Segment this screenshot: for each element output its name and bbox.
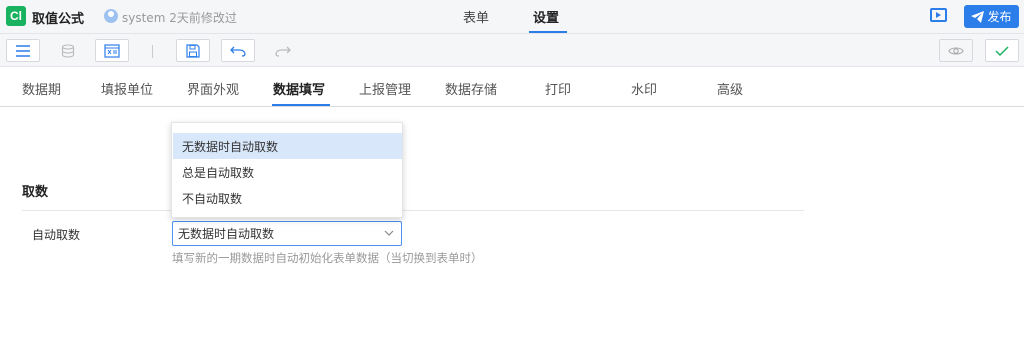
confirm-button[interactable] <box>985 39 1019 62</box>
check-icon <box>995 45 1009 56</box>
preview-eye-icon <box>948 46 964 55</box>
preview-eye-button[interactable] <box>939 39 973 62</box>
tab-advanced[interactable]: 高级 <box>717 79 743 98</box>
redo-button[interactable] <box>266 39 300 62</box>
tab-appearance[interactable]: 界面外观 <box>187 79 239 98</box>
tab-data-storage[interactable]: 数据存储 <box>445 79 497 98</box>
publish-label: 发布 <box>987 10 1012 24</box>
tab-form[interactable]: 表单 <box>463 7 489 26</box>
auto-fetch-label: 自动取数 <box>32 228 81 242</box>
modified-meta: system 2天前修改过 <box>122 11 237 25</box>
tab-reporting-unit[interactable]: 填报单位 <box>101 79 153 98</box>
database-icon <box>61 43 75 58</box>
section-title: 取数 <box>22 185 49 200</box>
field-hint: 填写新的一期数据时自动初始化表单数据（当切换到表单时） <box>172 251 483 265</box>
menu-icon <box>16 44 30 57</box>
tab-print[interactable]: 打印 <box>545 79 571 98</box>
settings-tabs: 数据期 填报单位 界面外观 数据填写 上报管理 数据存储 打印 水印 高级 <box>0 67 1024 107</box>
auto-fetch-dropdown: 无数据时自动取数 总是自动取数 不自动取数 <box>171 122 403 218</box>
active-settings-tab-indicator <box>272 104 330 106</box>
dropdown-option[interactable]: 总是自动取数 <box>173 159 402 185</box>
active-tab-indicator <box>529 31 567 33</box>
chevron-down-icon <box>384 230 394 236</box>
tab-report-management[interactable]: 上报管理 <box>359 79 411 98</box>
tab-data-entry[interactable]: 数据填写 <box>273 79 325 98</box>
auto-fetch-select[interactable]: 无数据时自动取数 <box>172 221 402 246</box>
save-button[interactable] <box>176 39 210 62</box>
publish-button[interactable]: 发布 <box>964 5 1019 28</box>
toolbar <box>0 34 1024 67</box>
section-divider <box>22 210 804 211</box>
redo-icon <box>275 46 291 57</box>
tab-settings[interactable]: 设置 <box>533 7 559 26</box>
app-title: 取值公式 <box>32 12 85 27</box>
user-icon <box>104 9 118 23</box>
select-value: 无数据时自动取数 <box>178 227 275 241</box>
tab-data-period[interactable]: 数据期 <box>22 79 61 98</box>
undo-icon <box>230 46 246 57</box>
database-button[interactable] <box>51 39 85 62</box>
app-logo: Cl <box>6 6 26 26</box>
top-bar: Cl 取值公式 system 2天前修改过 表单 设置 发布 <box>0 0 1024 34</box>
preview-icon[interactable] <box>930 8 947 22</box>
formula-button[interactable] <box>95 39 129 62</box>
toolbar-separator <box>152 45 153 58</box>
dropdown-option[interactable]: 无数据时自动取数 <box>173 133 402 159</box>
send-icon <box>971 10 985 23</box>
save-icon <box>186 43 200 58</box>
dropdown-option[interactable]: 不自动取数 <box>173 185 402 211</box>
menu-button[interactable] <box>6 39 40 62</box>
formula-icon <box>104 43 120 58</box>
undo-button[interactable] <box>221 39 255 62</box>
tab-watermark[interactable]: 水印 <box>631 79 657 98</box>
